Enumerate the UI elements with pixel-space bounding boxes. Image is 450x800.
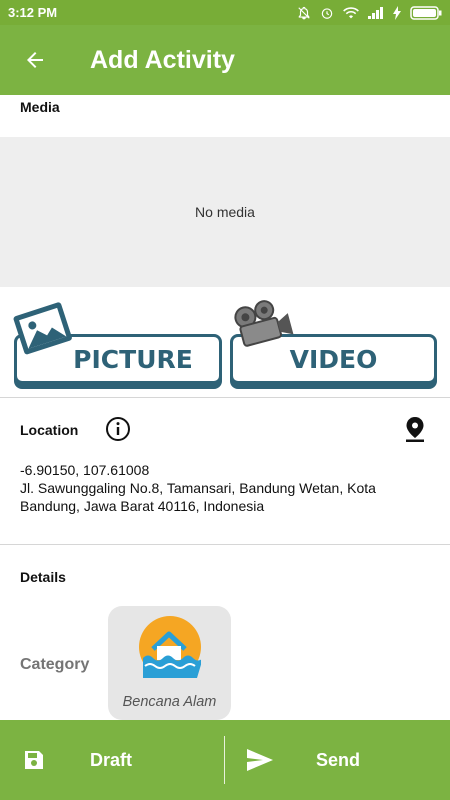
disaster-flood-icon (139, 616, 201, 678)
category-value: Bencana Alam (122, 694, 217, 710)
location-pin-icon[interactable] (404, 416, 426, 442)
wifi-icon (343, 6, 359, 18)
divider (0, 397, 450, 398)
category-label: Category (20, 656, 90, 673)
no-media-text: No media (195, 204, 255, 220)
video-button-label: VIDEO (289, 344, 378, 374)
bottom-action-bar: Draft Send (0, 720, 450, 800)
back-button[interactable] (0, 25, 70, 95)
signal-icon (368, 6, 383, 19)
app-bar: Add Activity (0, 25, 450, 95)
details-section-title: Details (20, 569, 66, 585)
video-camera-icon (234, 300, 294, 347)
battery-icon (410, 5, 442, 20)
charging-icon (393, 5, 401, 20)
status-time: 3:12 PM (8, 5, 58, 20)
status-icons (297, 5, 442, 20)
media-preview: No media (0, 137, 450, 287)
status-bar: 3:12 PM (0, 0, 450, 25)
arrow-back-icon (27, 52, 43, 68)
send-icon (247, 749, 273, 771)
send-button[interactable]: Send (225, 720, 450, 800)
media-section-title: Media (20, 99, 60, 115)
alarm-icon (321, 7, 333, 19)
location-section-title: Location (20, 422, 79, 438)
draft-button-label: Draft (90, 750, 133, 770)
send-button-label: Send (316, 750, 361, 770)
divider (0, 544, 450, 545)
draft-button[interactable]: Draft (0, 720, 224, 800)
location-address-line2: Bandung, Jawa Barat 40116, Indonesia (20, 498, 265, 514)
page-title: Add Activity (90, 45, 235, 74)
location-details: -6.90150, 107.61008 Jl. Sawunggaling No.… (20, 461, 420, 515)
notifications-off-icon (298, 6, 310, 19)
location-coordinates: -6.90150, 107.61008 (20, 462, 150, 478)
info-icon[interactable] (105, 416, 131, 442)
save-icon (25, 751, 43, 769)
picture-icon (13, 302, 72, 355)
location-address-line1: Jl. Sawunggaling No.8, Tamansari, Bandun… (20, 480, 376, 496)
picture-button-label: PICTURE (73, 344, 193, 374)
